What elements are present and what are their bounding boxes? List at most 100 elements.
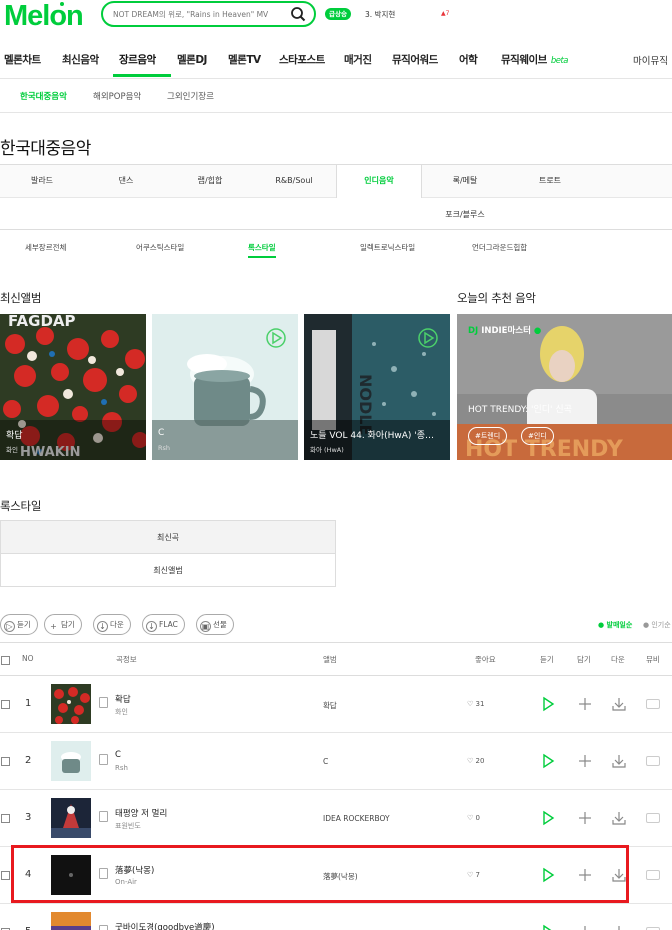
plus-icon[interactable] — [577, 696, 593, 712]
album-artist[interactable]: Rsh — [158, 444, 170, 452]
download-icon[interactable] — [611, 810, 627, 826]
sort-release[interactable]: ● 발매일순 — [598, 620, 632, 630]
nav-magazine[interactable]: 매거진 — [344, 52, 372, 67]
row-checkbox[interactable] — [1, 700, 10, 709]
play-icon[interactable] — [540, 924, 556, 930]
play-icon[interactable] — [540, 753, 556, 769]
download-icon[interactable] — [611, 753, 627, 769]
album-card[interactable]: FAGDAP HWAKIN 확답 화인 — [0, 314, 146, 460]
song-title[interactable]: 落夢(낙몽) — [115, 864, 154, 876]
song-album[interactable]: 확답 — [323, 700, 337, 711]
nav-starpost[interactable]: 스타포스트 — [279, 52, 325, 67]
like-button[interactable]: ♡ 0 — [467, 814, 480, 822]
song-album[interactable]: IDEA ROCKERBOY — [323, 814, 390, 823]
album-thumbnail[interactable] — [51, 855, 91, 895]
album-card[interactable]: NODLE 노들 VOL 44. 화아(HwA) '종… 화아 (HwA) — [304, 314, 450, 460]
song-artist[interactable]: 화인 — [115, 707, 128, 717]
genre-indie[interactable]: 인디음악 — [336, 165, 422, 198]
genre-trot[interactable]: 트로트 — [508, 165, 592, 197]
album-title[interactable]: 노들 VOL 44. 화아(HwA) '종… — [310, 428, 444, 441]
search-box[interactable] — [101, 1, 316, 27]
row-checkbox[interactable] — [1, 757, 10, 766]
nav-award[interactable]: 뮤직어워드 — [392, 52, 438, 67]
song-album[interactable]: C — [323, 757, 328, 766]
plus-icon[interactable] — [577, 867, 593, 883]
nav-tv[interactable]: 멜론TV — [228, 52, 261, 67]
mv-icon[interactable] — [646, 756, 660, 766]
song-info-icon[interactable] — [99, 697, 108, 708]
genre-rock[interactable]: 록/메탈 — [422, 165, 508, 197]
add-button[interactable]: + 담기 — [44, 614, 82, 635]
album-thumbnail[interactable] — [51, 684, 91, 724]
like-button[interactable]: ♡ 20 — [467, 757, 484, 765]
sort-popular[interactable]: ● 인기순 — [643, 620, 671, 630]
album-title[interactable]: C — [158, 428, 292, 438]
select-all-checkbox[interactable] — [1, 656, 10, 665]
nav-mymusic[interactable]: 마이뮤직 — [633, 53, 668, 67]
plus-icon[interactable] — [577, 924, 593, 930]
genre-rnb[interactable]: R&B/Soul — [252, 165, 336, 197]
tab-latest-albums[interactable]: 최신앨범 — [1, 555, 335, 587]
tag-trendy[interactable]: #트렌디 — [468, 427, 508, 445]
genre-folk[interactable]: 포크/블루스 — [422, 199, 508, 231]
download-icon[interactable] — [611, 867, 627, 883]
nav-chart[interactable]: 멜론차트 — [4, 52, 41, 67]
style-all[interactable]: 세부장르전체 — [25, 242, 66, 253]
listen-button[interactable]: ▷ 듣기 — [0, 614, 38, 635]
download-icon[interactable] — [611, 696, 627, 712]
style-electronic[interactable]: 일렉트로닉스타일 — [360, 242, 415, 253]
song-title[interactable]: 확답 — [115, 693, 131, 705]
subnav-other[interactable]: 그외인기장르 — [167, 90, 214, 102]
song-title[interactable]: 굿바이도경(goodbye道慶) — [115, 921, 215, 930]
subnav-korean[interactable]: 한국대중음악 — [20, 90, 67, 102]
album-artist[interactable]: 화아 (HwA) — [310, 444, 344, 454]
song-info-icon[interactable] — [99, 868, 108, 879]
gift-button[interactable]: ▣ 선물 — [196, 614, 234, 635]
mv-icon[interactable] — [646, 870, 660, 880]
genre-hiphop[interactable]: 랩/힙합 — [168, 165, 252, 197]
song-artist[interactable]: Rsh — [115, 764, 128, 772]
tab-latest-songs[interactable]: 최신곡 — [1, 521, 335, 554]
nav-language[interactable]: 어학 — [459, 52, 478, 67]
album-artist[interactable]: 화인 — [6, 444, 18, 454]
like-button[interactable]: ♡ 31 — [467, 700, 484, 708]
album-thumbnail[interactable] — [51, 912, 91, 930]
album-card[interactable]: C Rsh — [152, 314, 298, 460]
play-icon[interactable] — [540, 696, 556, 712]
song-artist[interactable]: On-Air — [115, 878, 137, 886]
mv-icon[interactable] — [646, 699, 660, 709]
recommend-card[interactable]: HOT TRENDY DJ INDIE마스터 ● HOT TRENDY: '인디… — [457, 314, 672, 460]
row-checkbox[interactable] — [1, 814, 10, 823]
rising-rank[interactable]: 3. 박지현 — [365, 9, 395, 20]
nav-genre[interactable]: 장르음악 — [119, 52, 156, 67]
nav-musicwave[interactable]: 뮤직웨이브 beta — [501, 52, 568, 67]
genre-ballad[interactable]: 발라드 — [0, 165, 84, 197]
song-title[interactable]: 태평양 저 멀리 — [115, 807, 167, 819]
song-title[interactable]: C — [115, 750, 121, 760]
search-icon[interactable] — [290, 6, 306, 22]
play-icon[interactable] — [540, 867, 556, 883]
row-checkbox[interactable] — [1, 871, 10, 880]
song-info-icon[interactable] — [99, 754, 108, 765]
recommend-headline[interactable]: HOT TRENDY: '인디' 신곡 — [468, 402, 572, 415]
mv-icon[interactable] — [646, 813, 660, 823]
download-button[interactable]: ↓ 다운 — [93, 614, 131, 635]
play-icon[interactable] — [540, 810, 556, 826]
nav-dj[interactable]: 멜론DJ — [177, 52, 207, 67]
search-input[interactable] — [113, 7, 288, 21]
song-artist[interactable]: 표원빈도 — [115, 821, 141, 831]
tag-indie[interactable]: #인디 — [521, 427, 554, 445]
like-button[interactable]: ♡ 7 — [467, 871, 480, 879]
song-info-icon[interactable] — [99, 925, 108, 930]
subnav-pop[interactable]: 해외POP음악 — [93, 90, 141, 102]
plus-icon[interactable] — [577, 753, 593, 769]
song-album[interactable]: 落夢(낙몽) — [323, 871, 358, 882]
album-thumbnail[interactable] — [51, 741, 91, 781]
flac-button[interactable]: ↓ FLAC — [142, 614, 185, 635]
genre-dance[interactable]: 댄스 — [84, 165, 168, 197]
nav-latest[interactable]: 최신음악 — [62, 52, 99, 67]
plus-icon[interactable] — [577, 810, 593, 826]
album-thumbnail[interactable] — [51, 798, 91, 838]
style-acoustic[interactable]: 어쿠스틱스타일 — [136, 242, 184, 253]
album-title[interactable]: 확답 — [6, 428, 140, 441]
